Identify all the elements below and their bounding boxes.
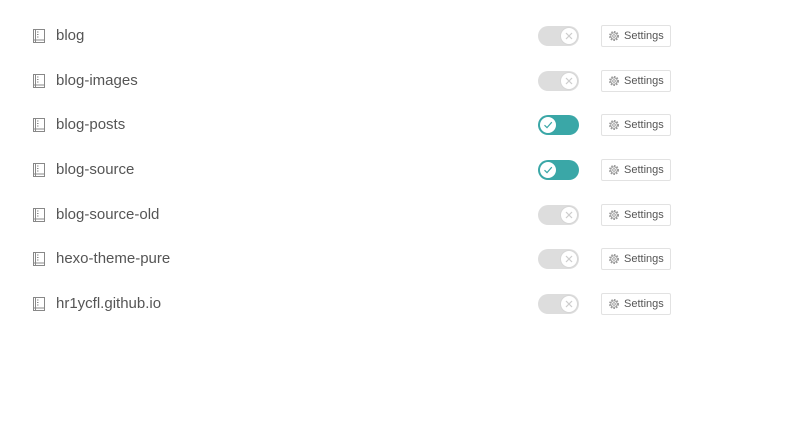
repo-toggle[interactable] bbox=[538, 71, 579, 91]
repo-icon bbox=[32, 296, 46, 312]
repo-icon bbox=[32, 251, 46, 267]
repo-toggle[interactable] bbox=[538, 160, 579, 180]
gear-icon bbox=[608, 253, 620, 265]
repo-toggle[interactable] bbox=[538, 294, 579, 314]
gear-icon bbox=[608, 209, 620, 221]
gear-icon bbox=[608, 30, 620, 42]
repo-name: blog-source-old bbox=[56, 206, 160, 223]
repo-row-blog-images: blog-images Settings bbox=[0, 64, 802, 98]
settings-button[interactable]: Settings bbox=[601, 293, 671, 315]
repo-row-blog-source-old: blog-source-old Settings bbox=[0, 198, 802, 232]
repo-icon bbox=[32, 162, 46, 178]
repo-name: blog-images bbox=[56, 72, 138, 89]
repo-row-blog: blog Settings bbox=[0, 19, 802, 53]
settings-label: Settings bbox=[624, 209, 664, 221]
repo-toggle[interactable] bbox=[538, 205, 579, 225]
repo-name: blog-source bbox=[56, 161, 135, 178]
gear-icon bbox=[608, 119, 620, 131]
settings-label: Settings bbox=[624, 75, 664, 87]
settings-button[interactable]: Settings bbox=[601, 248, 671, 270]
repo-name: hexo-theme-pure bbox=[56, 250, 171, 267]
settings-label: Settings bbox=[624, 298, 664, 310]
repo-toggle[interactable] bbox=[538, 26, 579, 46]
repo-row-hexo-theme-pure: hexo-theme-pure Settings bbox=[0, 242, 802, 276]
repo-toggle[interactable] bbox=[538, 115, 579, 135]
gear-icon bbox=[608, 298, 620, 310]
settings-button[interactable]: Settings bbox=[601, 159, 671, 181]
x-icon bbox=[560, 206, 578, 224]
repo-icon bbox=[32, 28, 46, 44]
repo-icon bbox=[32, 207, 46, 223]
check-icon bbox=[539, 161, 557, 179]
settings-label: Settings bbox=[624, 30, 664, 42]
repo-name: blog bbox=[56, 27, 85, 44]
repo-row-blog-source: blog-source Settings bbox=[0, 153, 802, 187]
gear-icon bbox=[608, 75, 620, 87]
repo-toggle[interactable] bbox=[538, 249, 579, 269]
settings-label: Settings bbox=[624, 119, 664, 131]
x-icon bbox=[560, 27, 578, 45]
settings-button[interactable]: Settings bbox=[601, 25, 671, 47]
x-icon bbox=[560, 295, 578, 313]
repo-row-hr1ycfl-github-io: hr1ycfl.github.io Settings bbox=[0, 287, 802, 321]
x-icon bbox=[560, 72, 578, 90]
settings-button[interactable]: Settings bbox=[601, 204, 671, 226]
settings-label: Settings bbox=[624, 253, 664, 265]
settings-button[interactable]: Settings bbox=[601, 70, 671, 92]
repo-icon bbox=[32, 73, 46, 89]
check-icon bbox=[539, 116, 557, 134]
x-icon bbox=[560, 250, 578, 268]
gear-icon bbox=[608, 164, 620, 176]
settings-button[interactable]: Settings bbox=[601, 114, 671, 136]
repo-name: blog-posts bbox=[56, 116, 126, 133]
repo-row-blog-posts: blog-posts Settings bbox=[0, 108, 802, 142]
repo-name: hr1ycfl.github.io bbox=[56, 295, 162, 312]
settings-label: Settings bbox=[624, 164, 664, 176]
repo-icon bbox=[32, 117, 46, 133]
